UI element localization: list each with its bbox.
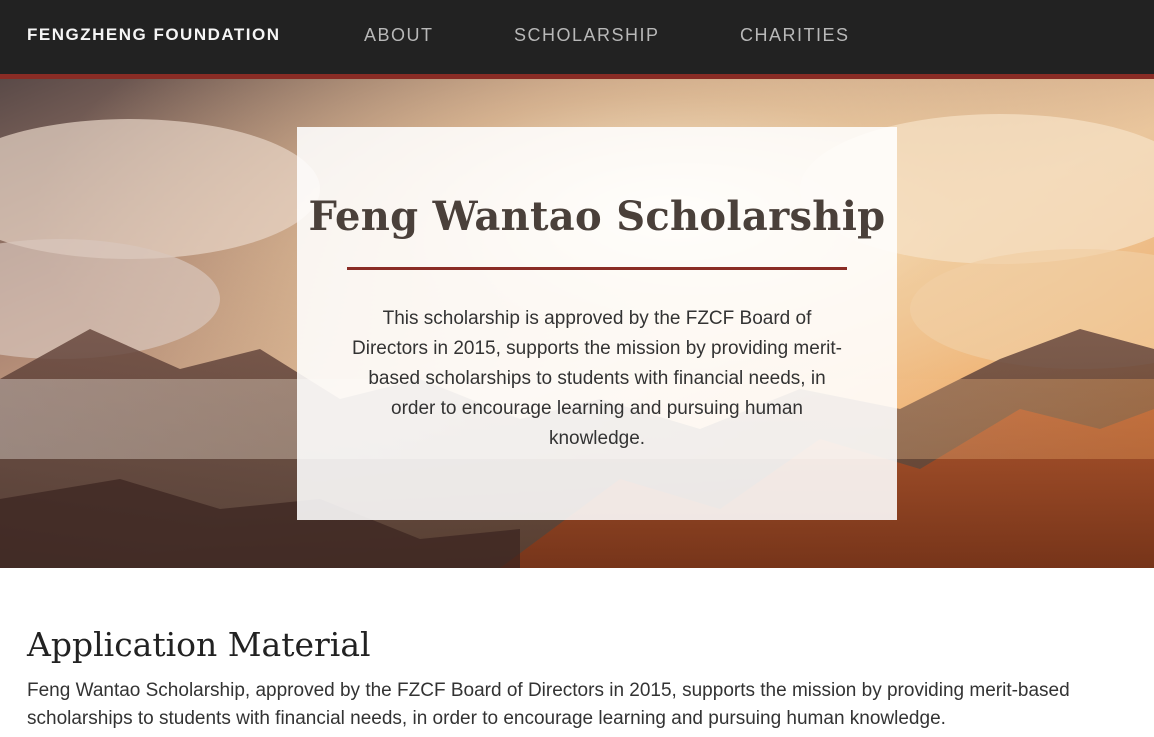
brand-link[interactable]: FENGZHENG FOUNDATION: [27, 25, 281, 45]
section-body-text: Feng Wantao Scholarship, approved by the…: [27, 680, 1070, 729]
nav-link-charities[interactable]: CHARITIES: [740, 25, 850, 45]
section-title-application-material: Application Material: [27, 625, 371, 664]
hero-description: This scholarship is approved by the FZCF…: [352, 308, 842, 449]
hero-banner: Feng Wantao Scholarship This scholarship…: [0, 79, 1154, 568]
nav-link-scholarship[interactable]: SCHOLARSHIP: [514, 25, 660, 45]
hero-card: Feng Wantao Scholarship This scholarship…: [297, 127, 897, 520]
hero-divider: [347, 267, 847, 270]
hero-title: Feng Wantao Scholarship: [308, 193, 886, 240]
navbar: FENGZHENG FOUNDATION ABOUT SCHOLARSHIP C…: [0, 0, 1154, 74]
nav-link-about[interactable]: ABOUT: [364, 25, 434, 45]
